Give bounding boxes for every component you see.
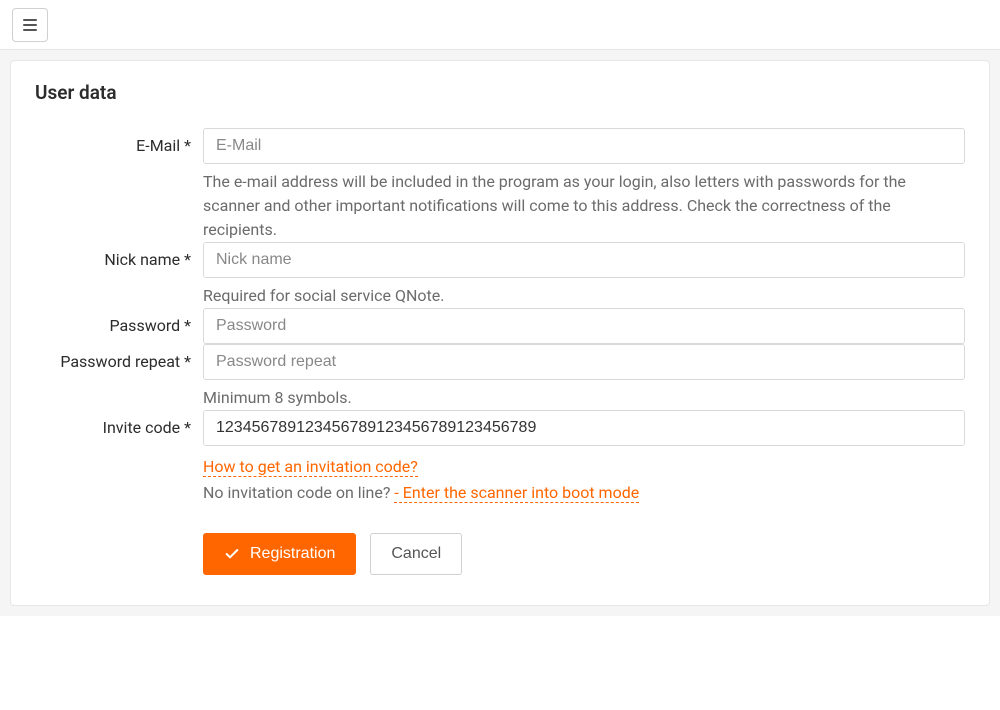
label-password: Password * — [35, 308, 203, 335]
row-nick: Nick name * Required for social service … — [35, 242, 965, 308]
top-bar — [0, 0, 1000, 50]
label-nick: Nick name * — [35, 242, 203, 269]
menu-button[interactable] — [12, 8, 48, 42]
registration-label: Registration — [250, 545, 335, 563]
label-invite: Invite code * — [35, 410, 203, 437]
help-nick: Required for social service QNote. — [203, 284, 965, 308]
col-email: The e-mail address will be included in t… — [203, 128, 965, 242]
page-wrap: User data E-Mail * The e-mail address wi… — [0, 50, 1000, 616]
nick-field[interactable] — [203, 242, 965, 278]
help-email: The e-mail address will be included in t… — [203, 170, 965, 242]
cancel-button[interactable]: Cancel — [370, 533, 462, 575]
password-field[interactable] — [203, 308, 965, 344]
col-password — [203, 308, 965, 344]
email-field[interactable] — [203, 128, 965, 164]
how-to-get-code-link[interactable]: How to get an invitation code? — [203, 457, 418, 477]
hamburger-icon — [23, 19, 37, 31]
row-email: E-Mail * The e-mail address will be incl… — [35, 128, 965, 242]
row-password-repeat: Password repeat * Minimum 8 symbols. — [35, 344, 965, 410]
col-password-repeat: Minimum 8 symbols. — [203, 344, 965, 410]
form-panel: User data E-Mail * The e-mail address wi… — [10, 60, 990, 606]
panel-title: User data — [35, 81, 965, 104]
label-email: E-Mail * — [35, 128, 203, 155]
registration-button[interactable]: Registration — [203, 533, 356, 575]
row-password: Password * — [35, 308, 965, 344]
check-icon — [224, 546, 240, 562]
col-nick: Required for social service QNote. — [203, 242, 965, 308]
help-password-repeat: Minimum 8 symbols. — [203, 386, 965, 410]
row-invite: Invite code * How to get an invitation c… — [35, 410, 965, 575]
invite-links: How to get an invitation code? No invita… — [203, 454, 965, 505]
invite-field[interactable] — [203, 410, 965, 446]
password-repeat-field[interactable] — [203, 344, 965, 380]
col-invite: How to get an invitation code? No invita… — [203, 410, 965, 575]
button-row: Registration Cancel — [203, 533, 965, 575]
cancel-label: Cancel — [391, 545, 441, 563]
no-code-text: No invitation code on line? — [203, 483, 394, 502]
boot-mode-link[interactable]: - Enter the scanner into boot mode — [394, 483, 639, 503]
label-password-repeat: Password repeat * — [35, 344, 203, 371]
